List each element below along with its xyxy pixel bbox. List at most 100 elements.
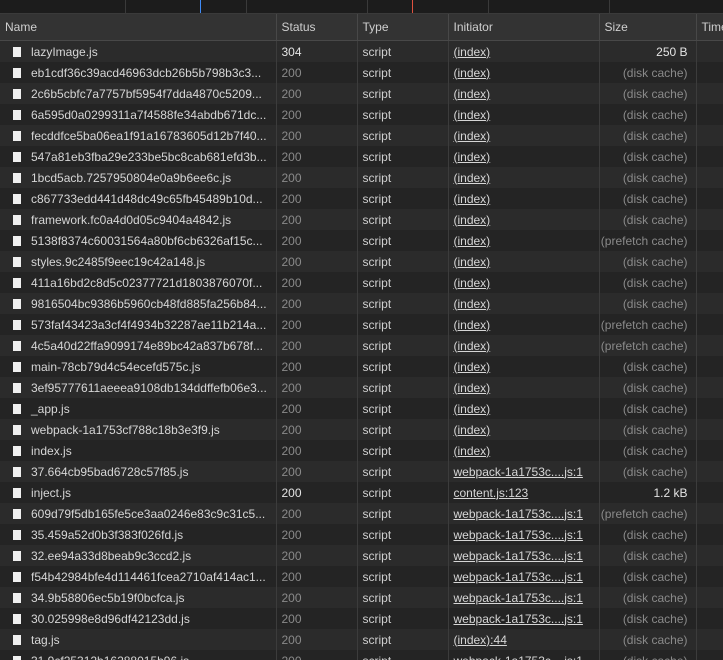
table-row[interactable]: main-78cb79d4c54ecefd575c.js 200 script (in… — [0, 356, 723, 377]
cell-status: 200 — [276, 650, 358, 660]
table-row[interactable]: 609d79f5db165fe5ce3aa0246e83c9c31c5... 20… — [0, 503, 723, 524]
cell-name[interactable]: 34.9b58806ec5b19f0bcfca.js — [0, 587, 277, 608]
initiator-link[interactable]: webpack-1a1753c....js:1 — [454, 612, 583, 626]
initiator-link[interactable]: (index) — [454, 402, 491, 416]
cell-name[interactable]: inject.js — [0, 482, 277, 503]
table-row[interactable]: tag.js 200 script (index):44 (disk cache) — [0, 629, 723, 650]
cell-name[interactable]: 30.025998e8d96df42123dd.js — [0, 608, 277, 629]
cell-name[interactable]: 4c5a40d22ffa9099174e89bc42a837b678f... — [0, 335, 277, 356]
cell-name[interactable]: 2c6b5cbfc7a7757bf5954f7dda4870c5209... — [0, 83, 277, 104]
table-row[interactable]: 573faf43423a3cf4f4934b32287ae11b214a... 2… — [0, 314, 723, 335]
initiator-link[interactable]: (index) — [454, 171, 491, 185]
initiator-link[interactable]: (index) — [454, 45, 491, 59]
cell-name[interactable]: main-78cb79d4c54ecefd575c.js — [0, 356, 277, 377]
table-row[interactable]: 3ef95777611aeeea9108db134ddffefb06e3... 2… — [0, 377, 723, 398]
table-row[interactable]: 30.025998e8d96df42123dd.js 200 script webpa… — [0, 608, 723, 629]
initiator-link[interactable]: (index) — [454, 108, 491, 122]
table-row[interactable]: inject.js 200 script content.js:123 1.2 kB — [0, 482, 723, 503]
cell-name[interactable]: fecddfce5ba06ea1f91a16783605d12b7f40... — [0, 125, 277, 146]
table-row[interactable]: 6a595d0a0299311a7f4588fe34abdb671dc... 20… — [0, 104, 723, 125]
initiator-link[interactable]: (index) — [454, 66, 491, 80]
table-row[interactable]: 31.9cf25312b16288015b96.js 200script webpa… — [0, 650, 723, 660]
initiator-link[interactable]: (index) — [454, 444, 491, 458]
cell-name[interactable]: 31.9cf25312b16288015b96.js — [0, 650, 277, 660]
cell-name[interactable]: 411a16bd2c8d5c02377721d1803876070f... — [0, 272, 277, 293]
cell-initiator: (index) — [448, 314, 600, 335]
cell-name[interactable]: eb1cdf36c39acd46963dcb26b5b798b3c3... — [0, 62, 277, 83]
initiator-link[interactable]: (index) — [454, 234, 491, 248]
initiator-link[interactable]: webpack-1a1753c....js:1 — [454, 465, 583, 479]
initiator-link[interactable]: (index) — [454, 381, 491, 395]
column-header-initiator[interactable]: Initiator — [448, 14, 600, 41]
initiator-link[interactable]: webpack-1a1753c....js:1 — [454, 549, 583, 563]
initiator-link[interactable]: content.js:123 — [454, 486, 529, 500]
table-row[interactable]: c867733edd441d48dc49c65fb45489b10d... 200… — [0, 188, 723, 209]
initiator-link[interactable]: webpack-1a1753c....js:1 — [454, 591, 583, 605]
cell-name[interactable]: tag.js — [0, 629, 277, 650]
initiator-link[interactable]: (index) — [454, 213, 491, 227]
column-header-time[interactable]: Time — [696, 14, 723, 41]
cell-name[interactable]: 3ef95777611aeeea9108db134ddffefb06e3... — [0, 377, 277, 398]
table-row[interactable]: eb1cdf36c39acd46963dcb26b5b798b3c3... 200… — [0, 62, 723, 83]
initiator-link[interactable]: (index) — [454, 192, 491, 206]
table-row[interactable]: 411a16bd2c8d5c02377721d1803876070f... 200… — [0, 272, 723, 293]
table-row[interactable]: 34.9b58806ec5b19f0bcfca.js 200 script webpa… — [0, 587, 723, 608]
table-row[interactable]: 37.664cb95bad6728c57f85.js 200 script webpa… — [0, 461, 723, 482]
table-row[interactable]: framework.fc0a4d0d05c9404a4842.js 200 scri… — [0, 209, 723, 230]
cell-name[interactable]: 32.ee94a33d8beab9c3ccd2.js — [0, 545, 277, 566]
initiator-link[interactable]: (index) — [454, 297, 491, 311]
cell-name[interactable]: 37.664cb95bad6728c57f85.js — [0, 461, 277, 482]
column-header-type[interactable]: Type — [357, 14, 449, 41]
cell-name[interactable]: 609d79f5db165fe5ce3aa0246e83c9c31c5... — [0, 503, 277, 524]
initiator-link[interactable]: webpack-1a1753c....js:1 — [454, 654, 583, 660]
table-row[interactable]: 9816504bc9386b5960cb48fd885fa256b84... 20… — [0, 293, 723, 314]
initiator-link[interactable]: (index) — [454, 255, 491, 269]
table-row[interactable]: 35.459a52d0b3f383f026fd.js 200 script webpa… — [0, 524, 723, 545]
cell-name[interactable]: styles.9c2485f9eec19c42a148.js — [0, 251, 277, 272]
table-row[interactable]: 2c6b5cbfc7a7757bf5954f7dda4870c5209... 20… — [0, 83, 723, 104]
table-row[interactable]: 32.ee94a33d8beab9c3ccd2.js 200 script webpa… — [0, 545, 723, 566]
table-row[interactable]: 547a81eb3fba29e233be5bc8cab681efd3b... 20… — [0, 146, 723, 167]
initiator-link[interactable]: (index) — [454, 129, 491, 143]
cell-name[interactable]: 9816504bc9386b5960cb48fd885fa256b84... — [0, 293, 277, 314]
initiator-link[interactable]: (index) — [454, 150, 491, 164]
cell-name[interactable]: lazyImage.js — [0, 40, 277, 62]
initiator-link[interactable]: (index) — [454, 87, 491, 101]
table-row[interactable]: 5138f8374c60031564a80bf6cb6326af15c... 20… — [0, 230, 723, 251]
cell-name[interactable]: 573faf43423a3cf4f4934b32287ae11b214a... — [0, 314, 277, 335]
table-row[interactable]: 1bcd5acb.7257950804e0a9b6ee6c.js 200 scrip… — [0, 167, 723, 188]
network-timeline-overview[interactable] — [0, 0, 723, 14]
initiator-link[interactable]: (index) — [454, 423, 491, 437]
cell-name[interactable]: 6a595d0a0299311a7f4588fe34abdb671dc... — [0, 104, 277, 125]
initiator-link[interactable]: (index) — [454, 276, 491, 290]
table-row[interactable]: index.js 200 script (index) (disk cache) — [0, 440, 723, 461]
cell-name[interactable]: f54b42984bfe4d114461fcea2710af414ac1... — [0, 566, 277, 587]
cell-name[interactable]: webpack-1a1753cf788c18b3e3f9.js — [0, 419, 277, 440]
table-row[interactable]: lazyImage.js 304 script (index) 250 B — [0, 40, 723, 62]
table-row[interactable]: fecddfce5ba06ea1f91a16783605d12b7f40... 2… — [0, 125, 723, 146]
table-row[interactable]: styles.9c2485f9eec19c42a148.js 200 script (… — [0, 251, 723, 272]
table-row[interactable]: webpack-1a1753cf788c18b3e3f9.js 200 script… — [0, 419, 723, 440]
initiator-link[interactable]: webpack-1a1753c....js:1 — [454, 507, 583, 521]
initiator-link[interactable]: (index) — [454, 360, 491, 374]
cell-name[interactable]: 5138f8374c60031564a80bf6cb6326af15c... — [0, 230, 277, 251]
cell-name[interactable]: 547a81eb3fba29e233be5bc8cab681efd3b... — [0, 146, 277, 167]
column-header-size[interactable]: Size — [599, 14, 697, 41]
initiator-link[interactable]: (index):44 — [454, 633, 507, 647]
table-row[interactable]: 4c5a40d22ffa9099174e89bc42a837b678f... 20… — [0, 335, 723, 356]
cell-name[interactable]: _app.js — [0, 398, 277, 419]
file-icon — [13, 424, 21, 435]
initiator-link[interactable]: (index) — [454, 318, 491, 332]
cell-name[interactable]: 35.459a52d0b3f383f026fd.js — [0, 524, 277, 545]
initiator-link[interactable]: webpack-1a1753c....js:1 — [454, 528, 583, 542]
table-row[interactable]: f54b42984bfe4d114461fcea2710af414ac1... 2… — [0, 566, 723, 587]
column-header-name[interactable]: Name — [0, 14, 277, 41]
cell-name[interactable]: framework.fc0a4d0d05c9404a4842.js — [0, 209, 277, 230]
cell-name[interactable]: index.js — [0, 440, 277, 461]
initiator-link[interactable]: webpack-1a1753c....js:1 — [454, 570, 583, 584]
column-header-status[interactable]: Status — [276, 14, 358, 41]
table-row[interactable]: _app.js 200 script (index) (disk cache) — [0, 398, 723, 419]
cell-name[interactable]: c867733edd441d48dc49c65fb45489b10d... — [0, 188, 277, 209]
cell-name[interactable]: 1bcd5acb.7257950804e0a9b6ee6c.js — [0, 167, 277, 188]
initiator-link[interactable]: (index) — [454, 339, 491, 353]
